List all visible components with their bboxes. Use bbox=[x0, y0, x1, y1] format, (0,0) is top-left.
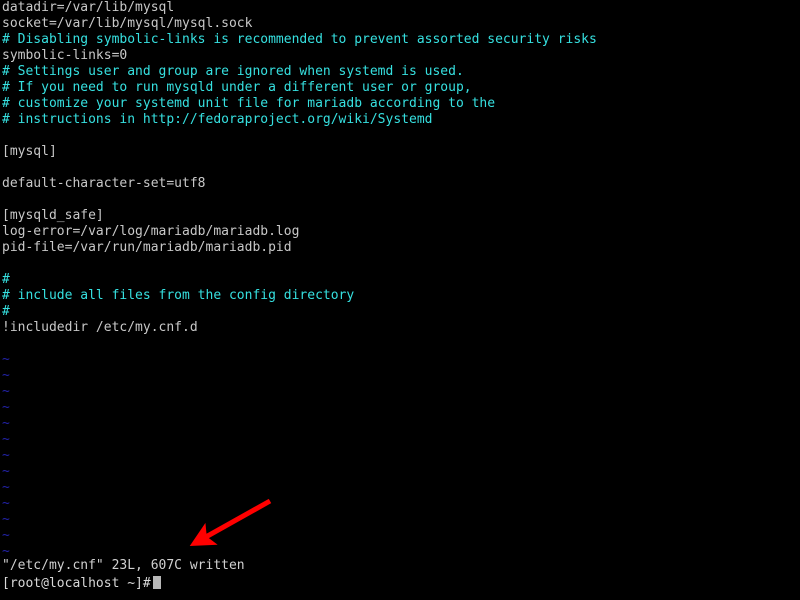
terminal-line: ~ bbox=[2, 384, 10, 399]
terminal-line: ~ bbox=[2, 512, 10, 527]
terminal-line: # If you need to run mysqld under a diff… bbox=[2, 80, 472, 95]
terminal-line: socket=/var/lib/mysql/mysql.sock bbox=[2, 16, 253, 31]
terminal-line: [mysqld_safe] bbox=[2, 208, 104, 223]
terminal-line: symbolic-links=0 bbox=[2, 48, 128, 63]
terminal-line: datadir=/var/lib/mysql bbox=[2, 0, 175, 15]
vim-editor-buffer[interactable]: datadir=/var/lib/mysql socket=/var/lib/my… bbox=[0, 0, 800, 560]
terminal-window[interactable]: datadir=/var/lib/mysql socket=/var/lib/my… bbox=[0, 0, 800, 600]
terminal-line: # bbox=[2, 272, 10, 287]
terminal-line: ~ bbox=[2, 416, 10, 431]
terminal-line: # include all files from the config dire… bbox=[2, 288, 355, 303]
terminal-line: default-character-set=utf8 bbox=[2, 176, 206, 191]
terminal-line: # Settings user and group are ignored wh… bbox=[2, 64, 464, 79]
shell-prompt-line[interactable]: [root@localhost ~]# bbox=[0, 576, 161, 592]
terminal-line: ~ bbox=[2, 368, 10, 383]
terminal-line: [mysql] bbox=[2, 144, 57, 159]
terminal-cursor bbox=[152, 576, 161, 589]
terminal-line: ~ bbox=[2, 448, 10, 463]
terminal-line: ~ bbox=[2, 432, 10, 447]
vim-status-line: "/etc/my.cnf" 23L, 607C written bbox=[2, 558, 245, 573]
terminal-line: log-error=/var/log/mariadb/mariadb.log bbox=[2, 224, 300, 239]
terminal-line: !includedir /etc/my.cnf.d bbox=[2, 320, 198, 335]
terminal-line: # customize your systemd unit file for m… bbox=[2, 96, 496, 111]
terminal-line: ~ bbox=[2, 352, 10, 367]
terminal-line: # bbox=[2, 304, 10, 319]
terminal-line: ~ bbox=[2, 400, 10, 415]
terminal-line: pid-file=/var/run/mariadb/mariadb.pid bbox=[2, 240, 292, 255]
terminal-line: ~ bbox=[2, 528, 10, 543]
terminal-line: ~ bbox=[2, 480, 10, 495]
terminal-line: # Disabling symbolic-links is recommende… bbox=[2, 32, 597, 47]
terminal-line: # instructions in http://fedoraproject.o… bbox=[2, 112, 433, 127]
terminal-line: ~ bbox=[2, 464, 10, 479]
shell-prompt-text: [root@localhost ~]# bbox=[2, 576, 151, 591]
terminal-line: ~ bbox=[2, 496, 10, 511]
